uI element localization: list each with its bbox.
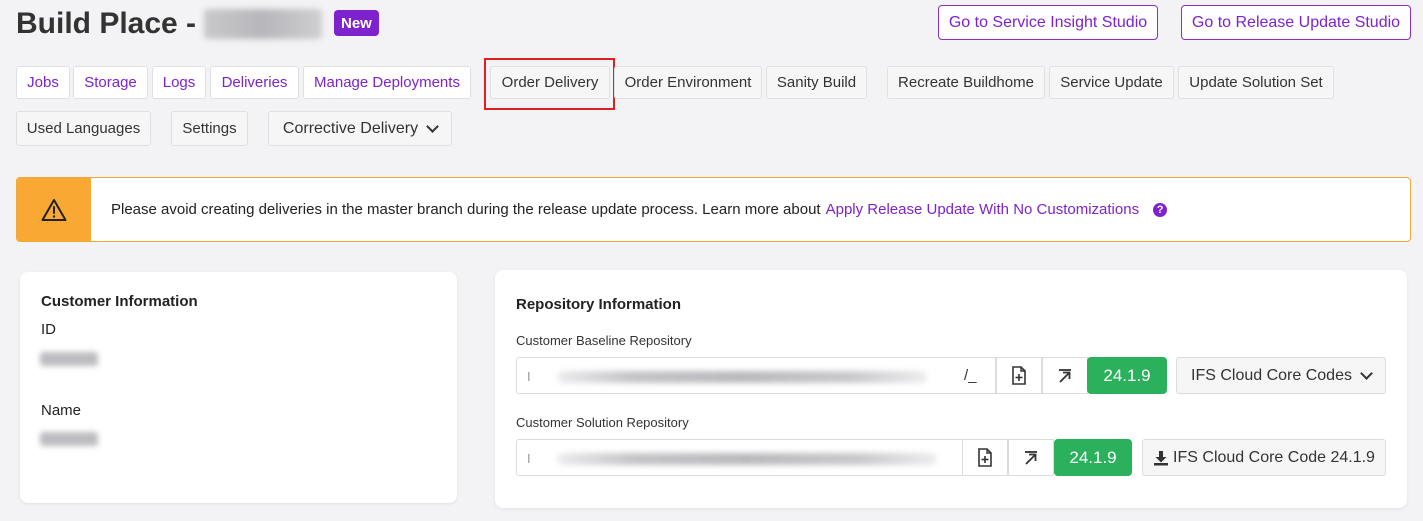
help-icon[interactable]: ? xyxy=(1153,202,1168,217)
external-link-icon xyxy=(1025,450,1037,465)
tab-storage[interactable]: Storage xyxy=(73,66,148,99)
used-languages-button[interactable]: Used Languages xyxy=(16,111,151,146)
service-insight-studio-button[interactable]: Go to Service Insight Studio xyxy=(938,5,1158,40)
copy-solution-button[interactable] xyxy=(962,439,1008,476)
download-core-code-button[interactable]: IFS Cloud Core Code 24.1.9 xyxy=(1142,439,1386,476)
tab-jobs[interactable]: Jobs xyxy=(16,66,70,99)
page-title-text: Build Place - xyxy=(16,7,197,40)
baseline-repository-prefix: I xyxy=(527,369,531,384)
update-solution-set-button[interactable]: Update Solution Set xyxy=(1178,66,1334,99)
repository-information-title: Repository Information xyxy=(516,296,682,313)
customer-name-value-redacted xyxy=(40,432,98,451)
solution-repository-prefix: I xyxy=(527,451,531,466)
baseline-version-badge: 24.1.9 xyxy=(1087,357,1167,394)
copy-file-icon xyxy=(1012,366,1026,385)
external-link-icon xyxy=(1059,368,1071,383)
corrective-delivery-label: Corrective Delivery xyxy=(282,119,419,137)
baseline-repository-field[interactable]: I /_ xyxy=(516,357,996,394)
tab-logs[interactable]: Logs xyxy=(152,66,206,99)
chevron-down-icon xyxy=(1360,366,1373,380)
warning-icon xyxy=(41,198,67,221)
service-update-button[interactable]: Service Update xyxy=(1049,66,1174,99)
solution-version-badge: 24.1.9 xyxy=(1054,439,1132,476)
warning-text: Please avoid creating deliveries in the … xyxy=(111,201,821,218)
customer-id-label: ID xyxy=(41,321,56,338)
ifs-cloud-core-codes-label: IFS Cloud Core Codes xyxy=(1191,366,1352,384)
open-baseline-button[interactable] xyxy=(1042,357,1088,394)
customer-information-title: Customer Information xyxy=(41,293,198,310)
customer-name-label: Name xyxy=(41,402,82,419)
settings-button[interactable]: Settings xyxy=(171,111,248,146)
warning-message: Please avoid creating deliveries in the … xyxy=(91,178,1168,241)
warning-banner: Please avoid creating deliveries in the … xyxy=(16,177,1411,242)
solution-repository-label: Customer Solution Repository xyxy=(516,415,689,430)
customer-id-value-redacted xyxy=(40,352,98,371)
copy-file-icon xyxy=(978,448,992,467)
baseline-repository-url-redacted xyxy=(557,371,927,383)
copy-baseline-button[interactable] xyxy=(996,357,1042,394)
order-environment-button[interactable]: Order Environment xyxy=(614,66,762,99)
baseline-repository-label: Customer Baseline Repository xyxy=(516,333,692,348)
repository-information-card: Repository Information Customer Baseline… xyxy=(495,270,1407,508)
customer-information-card: Customer Information ID Name xyxy=(20,272,457,503)
tab-deliveries[interactable]: Deliveries xyxy=(210,66,299,99)
new-badge: New xyxy=(334,10,379,36)
baseline-repository-suffix: /_ xyxy=(964,367,977,384)
download-icon xyxy=(1154,450,1169,465)
solution-repository-url-redacted xyxy=(557,453,937,465)
download-core-code-label: IFS Cloud Core Code 24.1.9 xyxy=(1173,448,1375,466)
redacted-build-place-name xyxy=(204,9,323,39)
order-delivery-highlight xyxy=(484,58,615,110)
open-solution-button[interactable] xyxy=(1008,439,1054,476)
sanity-build-button[interactable]: Sanity Build xyxy=(766,66,867,99)
solution-repository-field[interactable]: I xyxy=(516,439,963,476)
ifs-cloud-core-codes-dropdown[interactable]: IFS Cloud Core Codes xyxy=(1176,357,1386,394)
tab-manage-deployments[interactable]: Manage Deployments xyxy=(303,66,471,99)
warning-icon-panel xyxy=(17,178,91,241)
page-title: Build Place - xyxy=(16,4,323,44)
chevron-down-icon xyxy=(426,119,439,133)
apply-release-update-link[interactable]: Apply Release Update With No Customizati… xyxy=(826,201,1139,218)
release-update-studio-button[interactable]: Go to Release Update Studio xyxy=(1181,5,1411,40)
recreate-buildhome-button[interactable]: Recreate Buildhome xyxy=(887,66,1045,99)
corrective-delivery-dropdown[interactable]: Corrective Delivery xyxy=(268,111,452,146)
